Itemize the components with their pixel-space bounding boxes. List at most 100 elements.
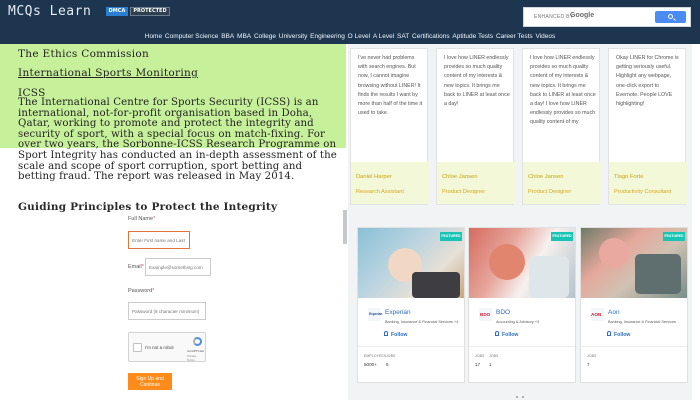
testimonial-name: Tiago Forte bbox=[614, 174, 644, 180]
sports-monitoring-link[interactable]: International Sports Monitoring bbox=[18, 67, 198, 79]
password-input[interactable] bbox=[128, 302, 206, 320]
follow-button[interactable]: Follow bbox=[614, 332, 630, 338]
signup-button[interactable]: Sign Up and Continue bbox=[128, 373, 172, 390]
cover-figure bbox=[599, 238, 629, 268]
testimonial-name: Chloe Jansen bbox=[528, 174, 564, 180]
bell-icon bbox=[495, 331, 499, 336]
search-enhanced-label: ENHANCED BY bbox=[534, 14, 574, 20]
nav-sat[interactable]: SAT bbox=[397, 33, 409, 40]
nav-a-level[interactable]: A Level bbox=[373, 33, 394, 40]
jobs-value: 1 bbox=[489, 362, 492, 367]
featured-badge: FEATURED bbox=[440, 232, 462, 241]
card-divider bbox=[469, 346, 575, 347]
testimonial-quote: I love how LINER endlessly provides so m… bbox=[530, 55, 596, 126]
nav-college[interactable]: College bbox=[254, 33, 276, 40]
nav-certifications[interactable]: Certifications bbox=[412, 33, 450, 40]
bell-icon bbox=[384, 331, 388, 336]
company-sector: Banking, Insurance & Financial Services bbox=[608, 320, 676, 324]
company-card-bdo[interactable]: FEATURED BDO BDO Accounting & Advisory +… bbox=[468, 227, 576, 383]
cover-figure bbox=[635, 254, 681, 294]
recaptcha-terms[interactable]: Privacy - Terms bbox=[187, 354, 205, 362]
follow-button[interactable]: Follow bbox=[391, 332, 407, 338]
company-sector: Accounting & Advisory +3 bbox=[496, 320, 540, 324]
bell-icon bbox=[607, 331, 611, 336]
protected-badge[interactable]: PROTECTED bbox=[130, 7, 170, 16]
full-name-input[interactable] bbox=[128, 231, 190, 249]
nav-university[interactable]: University bbox=[279, 33, 308, 40]
cover-figure bbox=[489, 244, 525, 280]
testimonial-card: I've never had problems with search engi… bbox=[350, 48, 429, 205]
nav-bba[interactable]: BBA bbox=[221, 33, 234, 40]
recaptcha-widget: I'm not a robot reCAPTCHA Privacy - Term… bbox=[128, 332, 206, 362]
company-logo: AON bbox=[591, 308, 604, 321]
testimonial-highlight bbox=[351, 162, 429, 204]
card-divider bbox=[358, 346, 464, 347]
full-name-label-text: Full Name bbox=[128, 216, 154, 222]
email-label: Email* bbox=[128, 264, 144, 270]
carousel-dot[interactable] bbox=[516, 396, 518, 398]
carousel-dot[interactable] bbox=[522, 396, 524, 398]
site-logo-title[interactable]: MCQs Learn bbox=[8, 4, 91, 19]
full-name-label: Full Name* bbox=[128, 216, 156, 222]
ethics-commission-heading: The Ethics Commission bbox=[18, 48, 150, 60]
jobs-label: JOBS bbox=[587, 354, 597, 358]
nav-computer-science[interactable]: Computer Science bbox=[165, 33, 218, 40]
nav-mba[interactable]: MBA bbox=[237, 33, 251, 40]
company-card-aon[interactable]: FEATURED AON Aon Banking, Insurance & Fi… bbox=[580, 227, 688, 383]
dmca-badge[interactable]: DMCA bbox=[106, 7, 128, 16]
featured-badge: FEATURED bbox=[551, 232, 573, 241]
testimonial-card: I love how LINER endlessly provides so m… bbox=[436, 48, 515, 205]
recaptcha-label: I'm not a robot bbox=[145, 345, 174, 350]
testimonial-role: Productivity Consultant bbox=[614, 189, 672, 195]
jobs-label: JOBS bbox=[489, 354, 499, 358]
cover-laptop bbox=[412, 272, 460, 298]
testimonial-card: I love how LINER endlessly provides so m… bbox=[522, 48, 601, 205]
article-body: The International Centre for Sports Secu… bbox=[18, 97, 337, 183]
testimonial-card: Okay LINER for Chrome is getting serious… bbox=[608, 48, 687, 205]
testimonial-highlight bbox=[523, 162, 601, 204]
nav-engineering[interactable]: Engineering bbox=[310, 33, 345, 40]
testimonial-quote: Okay LINER for Chrome is getting serious… bbox=[616, 55, 679, 108]
featured-badge: FEATURED bbox=[663, 232, 685, 241]
testimonial-highlight bbox=[437, 162, 515, 204]
follow-button[interactable]: Follow bbox=[502, 332, 518, 338]
jobs-value: 7 bbox=[587, 362, 590, 367]
jobs-value: 5 bbox=[386, 362, 389, 367]
nav-career-tests[interactable]: Career Tests bbox=[496, 33, 533, 40]
panel-scroll-handle[interactable] bbox=[343, 210, 347, 244]
testimonial-name: Chloe Jansen bbox=[442, 174, 478, 180]
jobs-label: JOBS bbox=[386, 354, 396, 358]
testimonial-name: Daniel Harper bbox=[356, 174, 392, 180]
search-box[interactable]: ENHANCED BY Google bbox=[523, 7, 691, 27]
company-logo: BDO bbox=[479, 308, 492, 321]
testimonial-quote: I love how LINER endlessly provides so m… bbox=[444, 55, 510, 108]
search-button[interactable] bbox=[655, 11, 686, 23]
company-sector: Banking, Insurance & Financial Services … bbox=[385, 320, 459, 324]
site-header: MCQs Learn DMCA PROTECTED ENHANCED BY Go… bbox=[0, 0, 700, 44]
company-card-experian[interactable]: FEATURED Experian Experian Banking, Insu… bbox=[357, 227, 465, 383]
employees-value: 5000+ bbox=[364, 362, 377, 367]
card-divider bbox=[581, 346, 687, 347]
testimonial-quote: I've never had problems with search engi… bbox=[358, 55, 423, 117]
company-logo-text: BDO bbox=[480, 312, 491, 317]
company-name[interactable]: Aon bbox=[608, 309, 620, 316]
cover-figure bbox=[529, 256, 569, 298]
recaptcha-brand: reCAPTCHA bbox=[187, 349, 205, 353]
recaptcha-checkbox[interactable] bbox=[133, 343, 142, 352]
company-name[interactable]: Experian bbox=[385, 309, 411, 316]
password-label: Password* bbox=[128, 288, 155, 294]
search-icon bbox=[668, 14, 673, 19]
guiding-principles-heading: Guiding Principles to Protect the Integr… bbox=[18, 201, 278, 213]
nav-o-level[interactable]: O Level bbox=[348, 33, 370, 40]
testimonial-role: Research Assistant bbox=[356, 189, 404, 195]
email-input[interactable] bbox=[145, 258, 211, 276]
nav-home[interactable]: Home bbox=[145, 33, 162, 40]
employees-label: EMPLOYEES bbox=[364, 354, 387, 358]
company-logo: Experian bbox=[368, 308, 382, 321]
nav-aptitude-tests[interactable]: Aptitude Tests bbox=[452, 33, 493, 40]
password-label-text: Password bbox=[128, 288, 153, 294]
search-brand: Google bbox=[570, 12, 595, 19]
testimonial-role: Product Designer bbox=[528, 189, 572, 195]
nav-videos[interactable]: Videos bbox=[535, 33, 555, 40]
company-name[interactable]: BDO bbox=[496, 309, 510, 316]
